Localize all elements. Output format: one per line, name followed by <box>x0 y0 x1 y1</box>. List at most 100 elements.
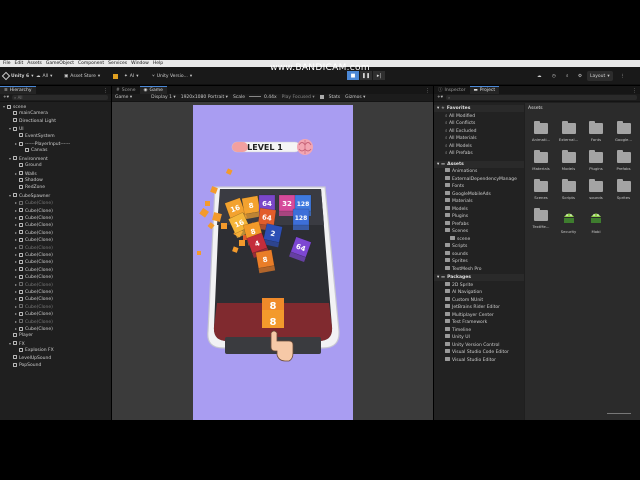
tab-hierarchy[interactable]: ≡ Hierarchy <box>0 86 36 94</box>
hierarchy-item[interactable]: ▾ scene <box>3 103 26 110</box>
project-tree-item[interactable]: Prefabs <box>445 220 469 228</box>
hierarchy-item[interactable]: RedZone <box>15 184 45 191</box>
project-tree-item[interactable]: AI Navigation <box>445 289 482 296</box>
play-focused-dropdown[interactable]: Play Focused ▾ <box>282 95 315 100</box>
hierarchy-item[interactable]: ▸ Cube(Clone) <box>15 214 53 221</box>
asset-item[interactable]: Prefabs <box>612 150 636 171</box>
hierarchy-item[interactable]: ▸ Walls <box>15 170 37 177</box>
game-viewport[interactable]: LEVEL 1 16 8 64 32 128 16 64 128 8 2 4 6… <box>193 105 353 420</box>
hierarchy-item[interactable]: Directional Light <box>9 118 56 125</box>
asset-item[interactable]: TextMe... <box>529 208 553 229</box>
hierarchy-item[interactable]: ▸ Cube(Clone) <box>15 266 53 273</box>
asset-item[interactable]: Plugins <box>584 150 608 171</box>
asset-item[interactable]: Fonts <box>584 121 608 142</box>
hierarchy-item[interactable]: ▸ Cube(Clone) <box>15 229 53 236</box>
hierarchy-item[interactable]: Explosion FX <box>15 347 54 354</box>
hierarchy-item[interactable]: ▸ Cube(Clone) <box>15 273 53 280</box>
asset-item[interactable]: Models <box>557 150 581 171</box>
hierarchy-item[interactable]: ▸ Cube(Clone) <box>15 303 53 310</box>
project-tree-item[interactable]: Scenes <box>445 228 468 235</box>
hierarchy-item[interactable]: ▸ ------PlayerInput------ <box>15 140 70 147</box>
hierarchy-search-input[interactable]: ⌕ All <box>12 95 108 100</box>
asset-item[interactable]: Scenes <box>529 179 553 200</box>
tab-game[interactable]: ◉ Game <box>139 86 167 94</box>
project-tree-item[interactable]: ⌕ All Conflicts <box>445 120 475 127</box>
asset-item[interactable]: Materials <box>529 150 553 171</box>
hierarchy-item[interactable]: ▸ Cube(Clone) <box>15 244 53 251</box>
assets-header[interactable]: ▾ ▬ Assets <box>434 160 524 168</box>
project-tree-item[interactable]: Scripts <box>445 243 467 250</box>
hierarchy-item[interactable]: ▸ Cube(Clone) <box>15 281 53 288</box>
project-tree-item[interactable]: 2D Sprite <box>445 281 473 289</box>
packages-header[interactable]: ▾ ▬ Packages <box>434 274 524 281</box>
add-icon[interactable]: +▾ <box>3 95 9 100</box>
resolution-dropdown[interactable]: 1920x1080 Portrait ▾ <box>181 95 228 100</box>
hierarchy-item[interactable]: ▸ Cube(Clone) <box>15 318 53 325</box>
hierarchy-item[interactable]: Shadow <box>15 177 43 184</box>
project-tree-item[interactable]: JetBrains Rider Editor <box>445 304 500 311</box>
hierarchy-item[interactable]: EventSystem <box>15 133 55 140</box>
asset-item[interactable]: Security <box>557 210 581 234</box>
hierarchy-item[interactable]: PopSound <box>9 362 41 369</box>
gizmos-dropdown[interactable]: Gizmos ▾ <box>345 95 365 100</box>
project-tree-item[interactable]: Sprites <box>445 258 468 265</box>
hierarchy-item[interactable]: ▸ Cube(Clone) <box>15 258 53 265</box>
tab-project[interactable]: ▬ Project <box>469 86 500 94</box>
project-tree-item[interactable]: Visual Studio Code Editor <box>445 349 509 356</box>
project-tree-item[interactable]: ⌕ All Prefabs <box>445 150 473 157</box>
tab-scene[interactable]: # Scene <box>112 86 140 94</box>
project-tree-item[interactable]: Multiplayer Center <box>445 311 494 319</box>
project-tree-item[interactable]: ⌕ All Models <box>445 143 472 150</box>
asset-item[interactable]: Google... <box>612 121 636 142</box>
hierarchy-item[interactable]: ▸ Cube(Clone) <box>15 221 53 228</box>
add-icon[interactable]: +▾ <box>437 95 443 100</box>
asset-item[interactable]: sounds <box>584 179 608 200</box>
hierarchy-item[interactable]: LevelUpSound <box>9 355 51 362</box>
hierarchy-item[interactable]: ▸ Cube(Clone) <box>15 251 53 258</box>
tab-inspector[interactable]: ⓘ Inspector <box>434 86 470 94</box>
project-tree-item[interactable]: TextMesh Pro <box>445 265 482 273</box>
project-tree-item[interactable]: Plugins <box>445 213 468 220</box>
project-tree-item[interactable]: sounds <box>445 250 468 258</box>
project-tree-item[interactable]: Materials <box>445 198 473 205</box>
hierarchy-item[interactable]: ▸ Cube(Clone) <box>15 325 53 332</box>
asset-item[interactable]: Mobi <box>584 210 608 234</box>
project-tree-item[interactable]: Custom NUnit <box>445 296 483 304</box>
hierarchy-item[interactable]: ▾ FX <box>9 340 25 347</box>
asset-item[interactable]: Sprites <box>612 179 636 200</box>
project-tree-item[interactable]: ExternalDependencyManage <box>445 175 517 183</box>
project-tree-item[interactable]: Test Framework <box>445 319 487 326</box>
project-tree-item[interactable]: Timeline <box>445 326 471 334</box>
project-tree-item[interactable]: ⌕ All Materials <box>445 135 477 142</box>
hierarchy-item[interactable]: ▾ CubeSpawner <box>9 192 50 199</box>
hierarchy-item[interactable]: Player <box>9 332 33 339</box>
scale-slider[interactable]: Scale 0.44x <box>233 95 277 100</box>
hierarchy-item[interactable]: Canvas <box>21 147 48 154</box>
hierarchy-item[interactable]: ▸ Cube(Clone) <box>15 295 53 302</box>
hierarchy-item[interactable]: ▾ Environment <box>9 155 48 162</box>
game-mode-dropdown[interactable]: Game ▾ <box>115 95 132 100</box>
hierarchy-item[interactable]: ▸ Cube(Clone) <box>15 288 53 295</box>
project-tree-item[interactable]: ⌕ All Modified <box>445 113 475 120</box>
favorites-header[interactable]: ▾ ★ Favorites <box>434 105 524 112</box>
asset-item[interactable]: Scripts <box>557 179 581 200</box>
asset-item[interactable]: External... <box>557 121 581 142</box>
icon-size-slider[interactable] <box>607 413 631 414</box>
project-tree-item[interactable]: Unity Version Control <box>445 341 500 349</box>
asset-item[interactable]: Animati... <box>529 121 553 142</box>
hierarchy-item[interactable]: mainCamera <box>9 110 48 117</box>
mute-audio-button[interactable] <box>319 94 324 101</box>
project-tree-item[interactable]: ⌕ All Excluded <box>445 128 476 135</box>
project-tree-item[interactable]: scene <box>450 235 470 243</box>
hierarchy-item[interactable]: ▸ Cube(Clone) <box>15 207 53 214</box>
hierarchy-item[interactable]: ▾ UI <box>9 125 24 132</box>
stats-button[interactable]: Stats <box>329 95 341 100</box>
project-tree-item[interactable]: Visual Studio Editor <box>445 356 496 364</box>
project-tree-item[interactable]: Models <box>445 205 468 213</box>
project-tree-item[interactable]: GoogleMobileAds <box>445 190 491 198</box>
display-dropdown[interactable]: Display 1 ▾ <box>151 95 176 100</box>
project-tree-item[interactable]: Animations <box>445 168 477 175</box>
project-tree-item[interactable]: Fonts <box>445 183 464 190</box>
hierarchy-item[interactable]: ▸ Cube(Clone) <box>15 310 53 317</box>
hierarchy-item[interactable]: Ground <box>15 162 42 169</box>
